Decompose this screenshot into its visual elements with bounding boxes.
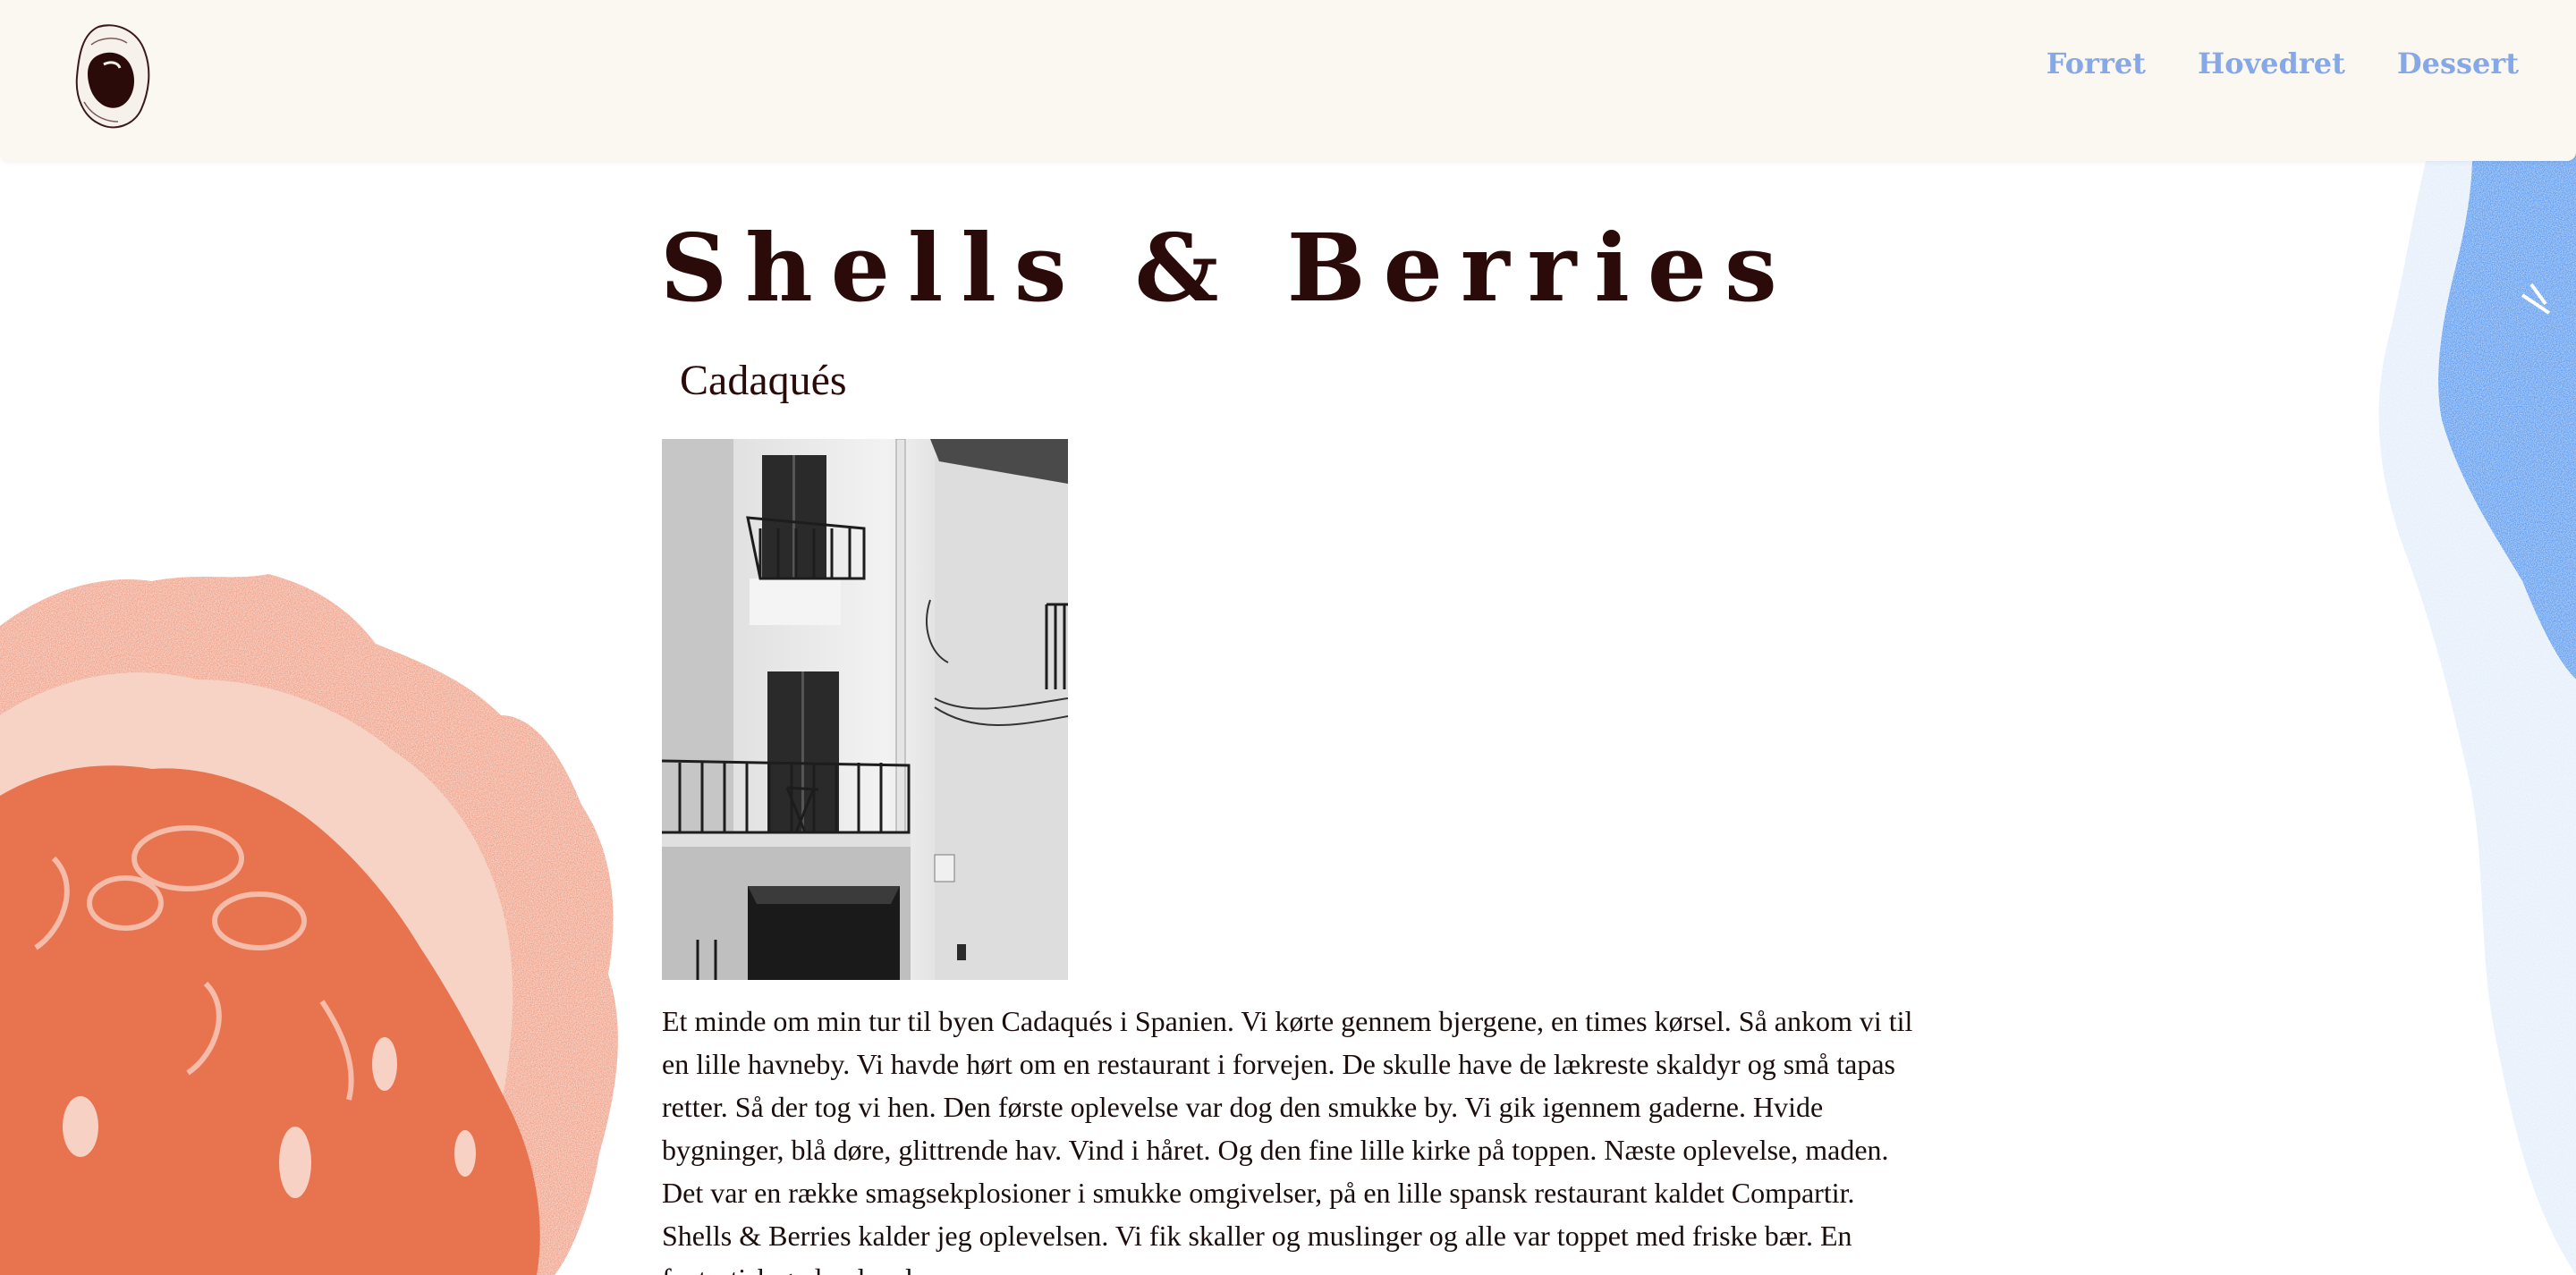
page-title: Shells & Berries [660,213,1795,323]
page-subtitle: Cadaqués [680,357,847,404]
main-nav: Forret Hovedret Dessert [2046,46,2519,80]
site-header: Forret Hovedret Dessert [0,0,2576,161]
blue-splash [2378,0,2576,1275]
cadaques-building-photo [662,439,1068,980]
nav-hovedret-link[interactable]: Hovedret [2198,46,2345,80]
story-paragraph: Et minde om min tur til byen Cadaqués i … [662,1005,1913,1275]
nav-forret-link[interactable]: Forret [2046,46,2146,80]
coral-splash [0,574,618,1275]
oyster-shell-logo-icon[interactable] [72,21,154,132]
nav-dessert-link[interactable]: Dessert [2397,46,2519,80]
